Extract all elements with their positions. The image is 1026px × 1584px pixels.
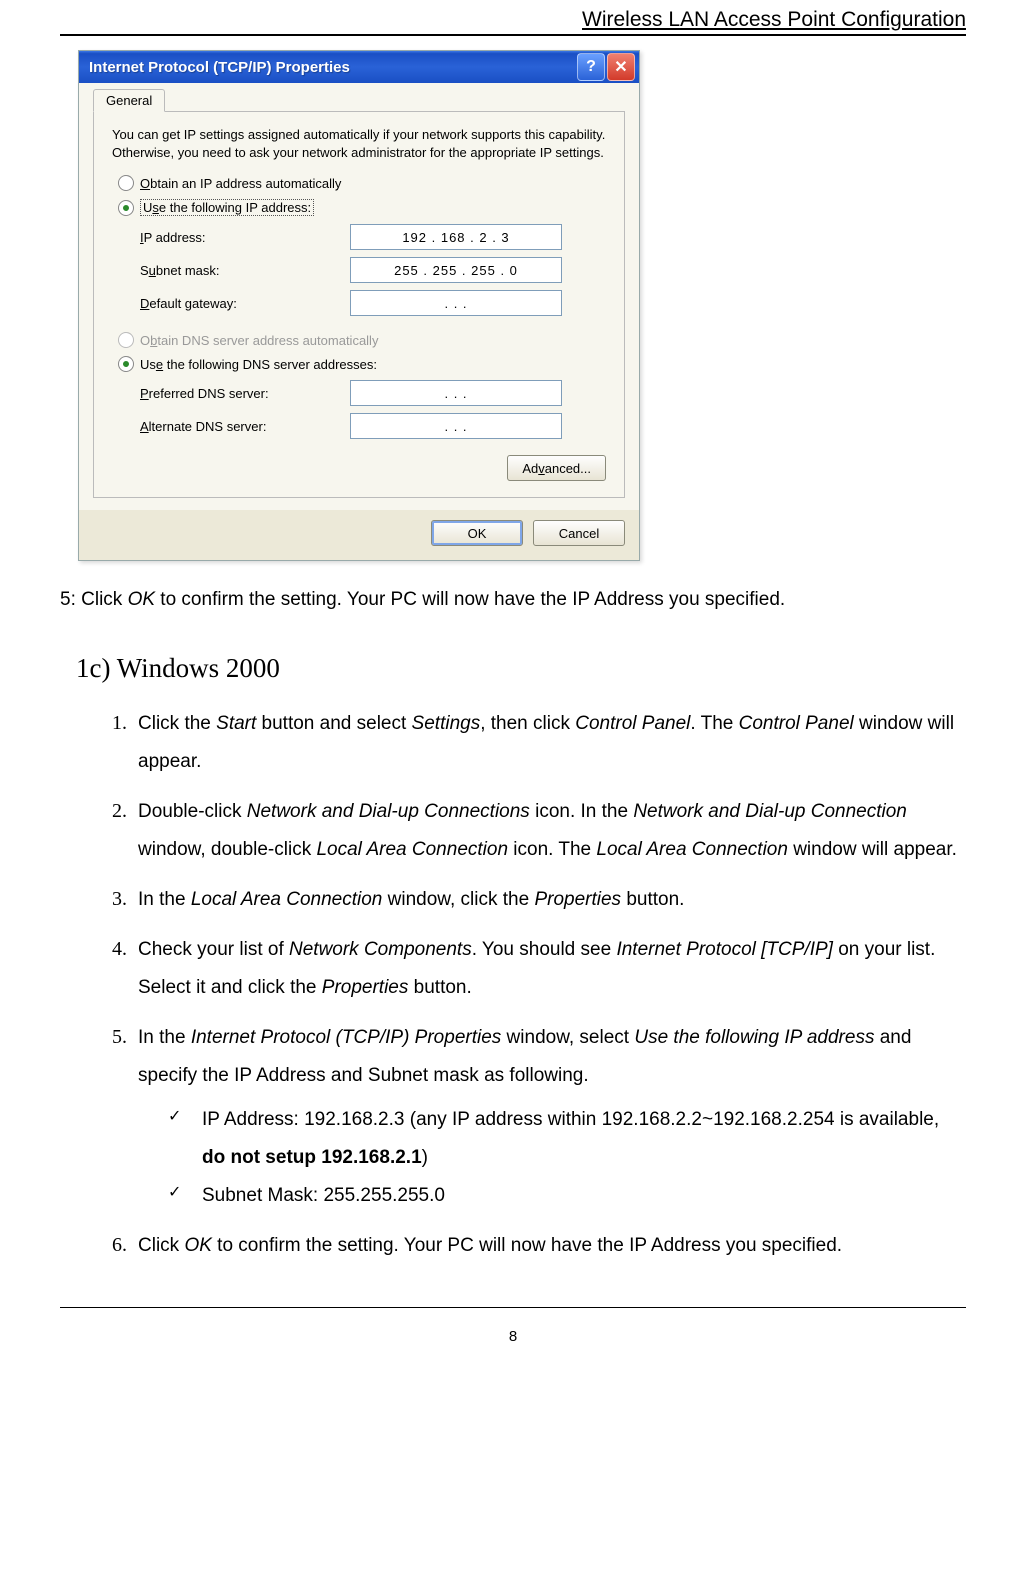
step-3: In the Local Area Connection window, cli… xyxy=(132,879,966,919)
advanced-button[interactable]: Advanced...Advanced... xyxy=(507,455,606,481)
radio-use-ip[interactable]: Use the following IP address:Use the fol… xyxy=(118,199,600,216)
sub-mask: Subnet Mask: 255.255.255.0 xyxy=(168,1177,966,1215)
help-button[interactable]: ? xyxy=(577,53,605,81)
radio-obtain-dns-auto: Obtain DNS server address automaticallyO… xyxy=(118,332,600,348)
alternate-dns-label: Alternate DNS server:Alternate DNS serve… xyxy=(140,419,350,434)
radio-icon-selected xyxy=(118,356,134,372)
ip-address-input[interactable]: 192 . 168 . 2 . 3 xyxy=(350,224,562,250)
radio-label: Use the following IP address:Use the fol… xyxy=(140,199,314,216)
default-gateway-input[interactable]: . . . xyxy=(350,290,562,316)
tab-panel: You can get IP settings assigned automat… xyxy=(93,111,625,498)
step-2: Double-click Network and Dial-up Connect… xyxy=(132,791,966,869)
section-heading: 1c) Windows 2000 xyxy=(76,650,966,688)
step-1: Click the Start button and select Settin… xyxy=(132,703,966,781)
dialog-body: General You can get IP settings assigned… xyxy=(79,83,639,510)
steps-list: Click the Start button and select Settin… xyxy=(132,703,966,1265)
dialog-title: Internet Protocol (TCP/IP) Properties xyxy=(89,59,575,76)
radio-label: Obtain DNS server address automaticallyO… xyxy=(140,333,378,348)
step-5-text: 5: Click OK to confirm the setting. Your… xyxy=(60,587,966,614)
radio-label: OObtain an IP address automaticallybtain… xyxy=(140,176,341,191)
dialog-titlebar: Internet Protocol (TCP/IP) Properties ? … xyxy=(79,51,639,83)
radio-icon xyxy=(118,175,134,191)
preferred-dns-label: Preferred DNS server:Preferred DNS serve… xyxy=(140,386,350,401)
page-number: 8 xyxy=(60,1307,966,1357)
default-gateway-label: Default gateway:Default gateway: xyxy=(140,296,350,311)
radio-icon-selected xyxy=(118,200,134,216)
intro-text: You can get IP settings assigned automat… xyxy=(112,126,606,161)
ip-address-label: IP address:IP address: xyxy=(140,230,350,245)
sub-ip: IP Address: 192.168.2.3 (any IP address … xyxy=(168,1101,966,1177)
subnet-mask-label: Subnet mask:Subnet mask: xyxy=(140,263,350,278)
tcpip-properties-dialog: Internet Protocol (TCP/IP) Properties ? … xyxy=(78,50,640,561)
dialog-footer: OK Cancel xyxy=(79,510,639,560)
radio-obtain-ip-auto[interactable]: OObtain an IP address automaticallybtain… xyxy=(118,175,600,191)
tab-general[interactable]: General xyxy=(93,89,165,112)
cancel-button[interactable]: Cancel xyxy=(533,520,625,546)
preferred-dns-input[interactable]: . . . xyxy=(350,380,562,406)
step-4: Check your list of Network Components. Y… xyxy=(132,929,966,1007)
subnet-mask-input[interactable]: 255 . 255 . 255 . 0 xyxy=(350,257,562,283)
step-6: Click OK to confirm the setting. Your PC… xyxy=(132,1225,966,1265)
alternate-dns-input[interactable]: . . . xyxy=(350,413,562,439)
step-5: In the Internet Protocol (TCP/IP) Proper… xyxy=(132,1017,966,1215)
radio-label: Use the following DNS server addresses:U… xyxy=(140,357,377,372)
page-header: Wireless LAN Access Point Configuration xyxy=(60,0,966,36)
radio-icon-disabled xyxy=(118,332,134,348)
close-button[interactable]: ✕ xyxy=(607,53,635,81)
ok-button[interactable]: OK xyxy=(431,520,523,546)
radio-use-dns[interactable]: Use the following DNS server addresses:U… xyxy=(118,356,600,372)
